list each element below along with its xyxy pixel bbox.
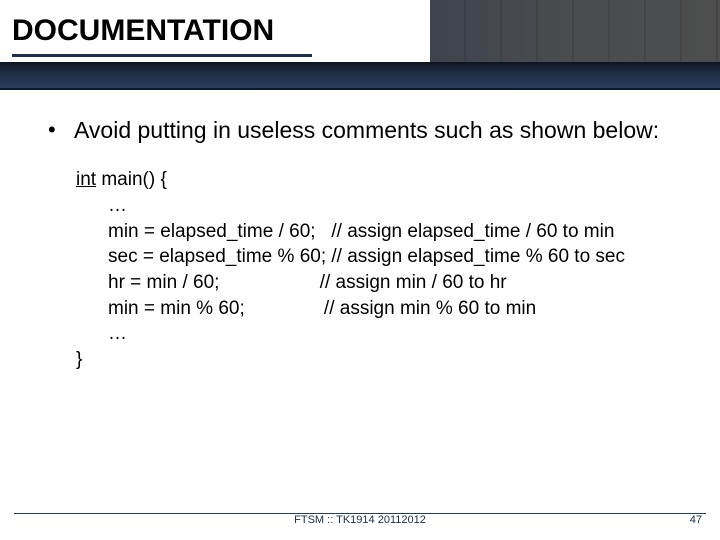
code-close-brace: } (76, 347, 672, 373)
footer-text: FTSM :: TK1914 20112012 (0, 514, 720, 526)
bullet-marker: • (48, 116, 74, 144)
bullet-item: • Avoid putting in useless comments such… (48, 116, 672, 145)
slide-footer: FTSM :: TK1914 20112012 47 (0, 512, 720, 532)
code-line-1: … (108, 193, 672, 219)
title-underline (12, 54, 312, 57)
bullet-text: Avoid putting in useless comments such a… (74, 116, 659, 145)
code-sig-rest: main() { (96, 169, 167, 190)
code-line-3: sec = elapsed_time % 60; // assign elaps… (108, 244, 672, 270)
slide-title: DOCUMENTATION (12, 14, 274, 48)
code-line-5: min = min % 60; // assign min % 60 to mi… (108, 296, 672, 322)
code-line-4: hr = min / 60; // assign min / 60 to hr (108, 270, 672, 296)
code-line-6: … (108, 321, 672, 347)
code-line-2: min = elapsed_time / 60; // assign elaps… (108, 219, 672, 245)
slide-content: • Avoid putting in useless comments such… (0, 90, 720, 373)
slide-header: DOCUMENTATION (0, 0, 720, 90)
code-signature: int main() { (76, 167, 672, 193)
header-bar (0, 62, 720, 90)
code-block: int main() { … min = elapsed_time / 60; … (76, 167, 672, 372)
page-number: 47 (690, 514, 702, 526)
code-keyword-int: int (76, 169, 96, 190)
